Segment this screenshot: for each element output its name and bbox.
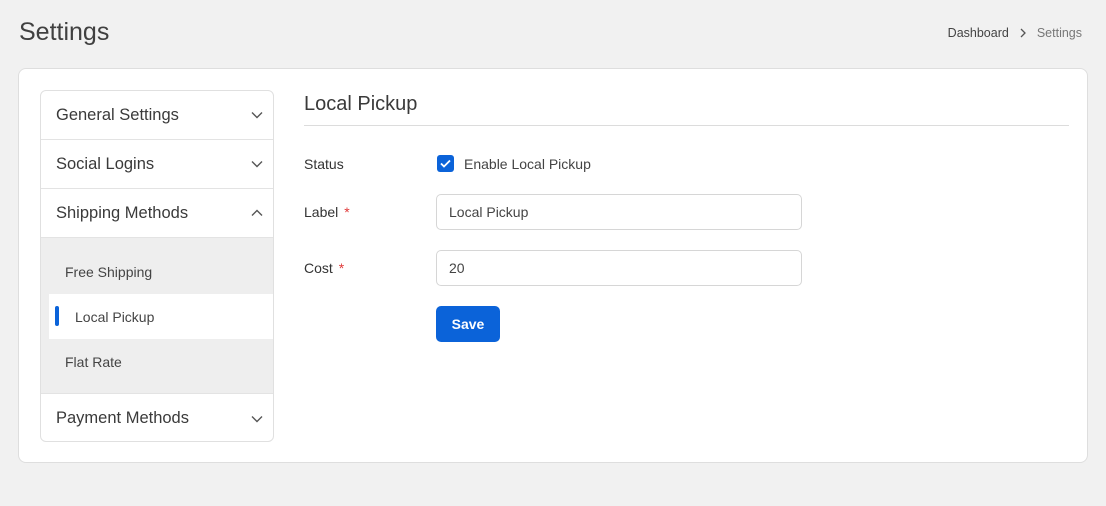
- checkmark-icon: [440, 159, 451, 168]
- accordion-shipping-methods[interactable]: Shipping Methods: [41, 189, 273, 238]
- accordion-label: General Settings: [56, 105, 179, 124]
- label-field-label: Label *: [304, 204, 350, 220]
- accordion-general-settings[interactable]: General Settings: [41, 91, 273, 140]
- cost-input[interactable]: [436, 250, 802, 286]
- label-input[interactable]: [436, 194, 802, 230]
- enable-local-pickup-label[interactable]: Enable Local Pickup: [464, 156, 591, 172]
- enable-local-pickup-checkbox[interactable]: [437, 155, 454, 172]
- settings-card: General Settings Social Logins Shipping …: [18, 68, 1088, 463]
- accordion-label: Payment Methods: [56, 409, 189, 427]
- breadcrumb-current: Settings: [1036, 26, 1082, 40]
- active-indicator: [55, 306, 59, 326]
- shipping-methods-submenu: Free Shipping Local Pickup Flat Rate: [41, 238, 273, 394]
- breadcrumb-dashboard-link[interactable]: Dashboard: [948, 26, 1009, 40]
- submenu-item-label: Local Pickup: [75, 308, 155, 325]
- section-title: Local Pickup: [304, 93, 418, 115]
- breadcrumb: Dashboard Settings: [948, 26, 1082, 40]
- label-field-text: Label: [304, 204, 339, 220]
- settings-accordion: General Settings Social Logins Shipping …: [40, 90, 274, 442]
- chevron-up-icon: [251, 209, 263, 217]
- submenu-item-label: Flat Rate: [65, 353, 122, 370]
- accordion-label: Social Logins: [56, 154, 155, 173]
- chevron-down-icon: [251, 111, 263, 119]
- save-button[interactable]: Save: [436, 306, 500, 342]
- cost-field-text: Cost: [304, 260, 333, 276]
- section-divider: [304, 125, 1069, 126]
- chevron-right-icon: [1020, 28, 1026, 38]
- submenu-item-free-shipping[interactable]: Free Shipping: [41, 249, 273, 294]
- required-marker: *: [344, 204, 350, 220]
- chevron-down-icon: [251, 160, 263, 168]
- submenu-item-label: Free Shipping: [65, 263, 153, 280]
- required-marker: *: [338, 260, 345, 276]
- page-title: Settings: [19, 18, 110, 46]
- accordion-payment-methods[interactable]: Payment Methods: [41, 394, 273, 441]
- accordion-social-logins[interactable]: Social Logins: [41, 140, 273, 189]
- submenu-item-flat-rate[interactable]: Flat Rate: [41, 339, 273, 384]
- submenu-item-local-pickup[interactable]: Local Pickup: [49, 294, 273, 339]
- chevron-down-icon: [251, 415, 263, 423]
- status-label: Status: [304, 156, 344, 172]
- accordion-label: Shipping Methods: [56, 203, 189, 222]
- cost-field-label: Cost *: [304, 260, 344, 276]
